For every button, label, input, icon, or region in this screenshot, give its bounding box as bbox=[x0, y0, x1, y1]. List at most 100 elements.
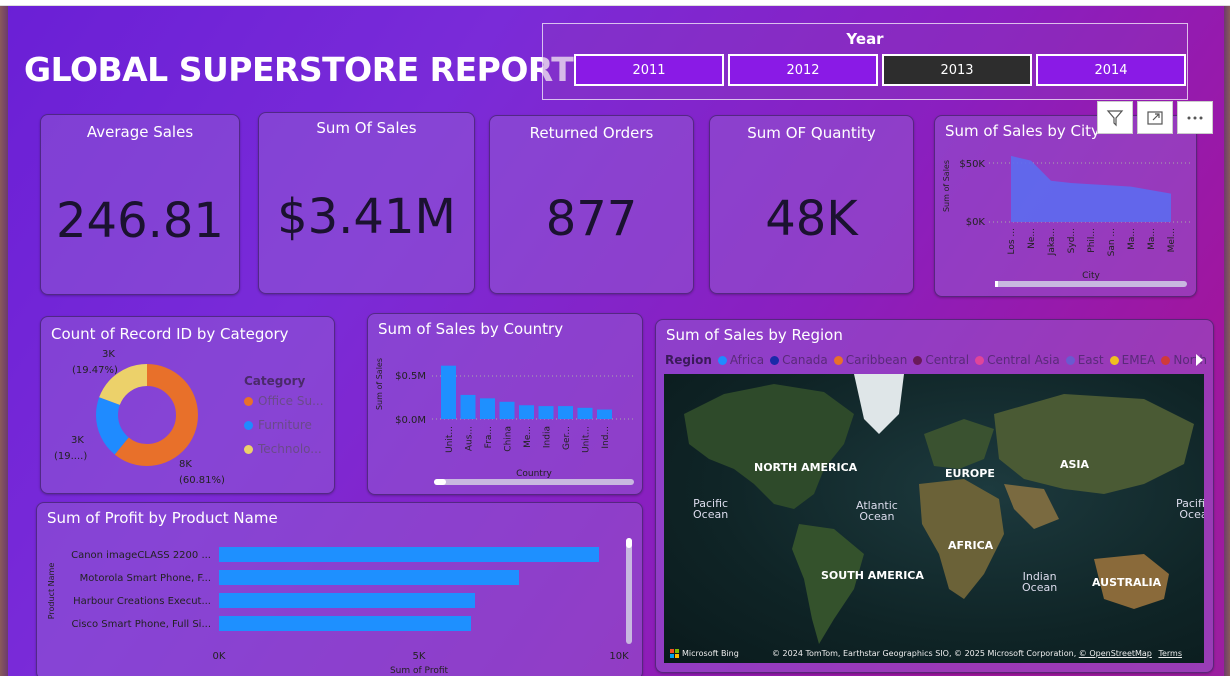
x-tick: Mel... bbox=[1167, 228, 1177, 252]
y-tick: Harbour Creations Execut... bbox=[73, 596, 211, 607]
profit-scrollbar-thumb[interactable] bbox=[626, 538, 632, 548]
legend-item-africa[interactable]: Africa bbox=[717, 353, 765, 367]
filter-icon[interactable] bbox=[1097, 101, 1133, 134]
y-tick: $0.5M bbox=[395, 371, 426, 382]
year-button-2011[interactable]: 2011 bbox=[574, 54, 724, 86]
profit-bar[interactable] bbox=[219, 570, 519, 585]
kpi-card-sum-of-sales: Sum Of Sales $3.41M bbox=[258, 112, 475, 294]
legend-label: EMEA bbox=[1121, 353, 1156, 367]
country-sales-chart: Sum of Sales $0.5M $0.0M Unit... Aus... Fr… bbox=[375, 358, 634, 485]
legend-item-emea[interactable]: EMEA bbox=[1109, 353, 1156, 367]
legend-title: Region bbox=[665, 353, 712, 367]
city-sales-chart: Sum of Sales $50K $0K Los ... Ne... Jaka..… bbox=[942, 155, 1193, 287]
country-bar[interactable] bbox=[460, 394, 476, 419]
legend-label: Technolo... bbox=[258, 442, 322, 456]
donut-label: (19.47%) bbox=[72, 365, 118, 376]
window-frame-right bbox=[1224, 6, 1230, 676]
product-profit-chart-card: Sum of Profit by Product Name Product Na… bbox=[36, 502, 643, 676]
year-button-2012[interactable]: 2012 bbox=[728, 54, 878, 86]
focus-mode-icon[interactable] bbox=[1137, 101, 1173, 134]
region-legend: Region Africa Canada Caribbean Central C… bbox=[665, 353, 1207, 367]
product-profit-chart: Product Name Canon imageCLASS 2200 ... Mo… bbox=[47, 538, 632, 676]
kpi-value: 48K bbox=[765, 191, 858, 247]
legend-label: Furniture bbox=[258, 418, 312, 432]
page-title: GLOBAL SUPERSTORE REPORT bbox=[24, 50, 574, 89]
legend-item-central[interactable]: Central bbox=[913, 353, 969, 367]
country-bar[interactable] bbox=[577, 407, 593, 419]
country-bar[interactable] bbox=[519, 405, 534, 419]
category-count-chart-card: Count of Record ID by Category 3K (19.47… bbox=[40, 316, 335, 494]
city-scrollbar-track[interactable] bbox=[995, 281, 1187, 287]
x-tick: Los ... bbox=[1007, 228, 1017, 255]
map-label-europe: EUROPE bbox=[945, 467, 995, 480]
legend-item-office[interactable]: Office Su... bbox=[244, 394, 324, 408]
x-tick: Me... bbox=[523, 426, 533, 448]
country-bar[interactable] bbox=[597, 409, 612, 419]
profit-bar[interactable] bbox=[219, 593, 475, 608]
x-tick: India bbox=[543, 426, 553, 448]
country-sales-chart-card: Sum of Sales by Country Sum of Sales $0.… bbox=[367, 313, 643, 495]
x-tick: San ... bbox=[1107, 228, 1117, 256]
visual-toolbar bbox=[1097, 101, 1213, 134]
legend-swatch bbox=[913, 355, 923, 365]
world-map[interactable]: NORTH AMERICA EUROPE ASIA AFRICA SOUTH A… bbox=[664, 374, 1204, 663]
country-bar[interactable] bbox=[538, 406, 554, 419]
x-tick: Phil... bbox=[1087, 228, 1097, 253]
legend-label: Africa bbox=[729, 353, 765, 367]
city-area-series[interactable] bbox=[1011, 155, 1171, 222]
legend-swatch bbox=[244, 444, 253, 454]
year-button-2014[interactable]: 2014 bbox=[1036, 54, 1186, 86]
city-scrollbar-thumb[interactable] bbox=[995, 281, 998, 287]
country-bar[interactable] bbox=[441, 365, 456, 419]
x-tick: Ma... bbox=[1127, 228, 1137, 250]
x-axis-label: City bbox=[1082, 271, 1100, 281]
map-label-africa: AFRICA bbox=[948, 539, 994, 552]
map-label-south-america: SOUTH AMERICA bbox=[821, 569, 924, 582]
year-slicer-label: Year bbox=[846, 30, 884, 48]
y-axis-label: Product Name bbox=[47, 563, 56, 620]
legend-item-east[interactable]: East bbox=[1065, 353, 1104, 367]
country-bar[interactable] bbox=[480, 398, 495, 419]
map-label-australia: AUSTRALIA bbox=[1092, 576, 1162, 589]
legend-label: Canada bbox=[782, 353, 828, 367]
year-button-2013[interactable]: 2013 bbox=[882, 54, 1032, 86]
map-label-asia: ASIA bbox=[1060, 458, 1090, 471]
legend-swatch bbox=[833, 355, 843, 365]
profit-bar[interactable] bbox=[219, 616, 471, 631]
legend-swatch bbox=[1161, 355, 1171, 365]
kpi-label: Average Sales bbox=[86, 123, 194, 141]
y-tick: $50K bbox=[959, 159, 985, 170]
country-scrollbar-thumb[interactable] bbox=[434, 479, 446, 485]
legend-item-central-asia[interactable]: Central Asia bbox=[975, 353, 1060, 367]
terms-link[interactable]: Terms bbox=[1158, 649, 1182, 658]
x-tick: Jaka... bbox=[1047, 228, 1057, 256]
legend-item-caribbean[interactable]: Caribbean bbox=[833, 353, 907, 367]
country-bar[interactable] bbox=[558, 406, 573, 419]
map-label-pacific-ocean-east: Pacific Ocea bbox=[1176, 497, 1204, 521]
legend-item-furniture[interactable]: Furniture bbox=[244, 418, 312, 432]
country-scrollbar-track[interactable] bbox=[434, 479, 634, 485]
x-tick: 0K bbox=[213, 651, 226, 662]
year-slicer: Year 2011 2012 2013 2014 bbox=[542, 23, 1188, 100]
osm-link[interactable]: © OpenStreetMap bbox=[1079, 649, 1152, 658]
legend-swatch bbox=[975, 355, 985, 365]
legend-next-arrow-icon[interactable] bbox=[1194, 352, 1204, 368]
x-tick: Ne... bbox=[1027, 228, 1037, 249]
legend-item-canada[interactable]: Canada bbox=[770, 353, 828, 367]
legend-swatch bbox=[717, 355, 727, 365]
country-bar[interactable] bbox=[499, 401, 515, 419]
profit-scrollbar-track[interactable] bbox=[626, 538, 632, 644]
y-axis-label: Sum of Sales bbox=[375, 358, 384, 410]
profit-bar[interactable] bbox=[219, 547, 599, 562]
legend-label: Central Asia bbox=[987, 353, 1060, 367]
legend-item-technology[interactable]: Technolo... bbox=[244, 442, 322, 456]
kpi-card-returned-orders: Returned Orders 877 bbox=[489, 115, 694, 294]
kpi-value: $3.41M bbox=[277, 189, 456, 245]
x-tick: Syd... bbox=[1067, 228, 1077, 253]
x-tick: Unit... bbox=[582, 426, 592, 453]
microsoft-logo-icon bbox=[670, 649, 679, 658]
kpi-label: Sum OF Quantity bbox=[747, 124, 876, 142]
app-top-bar bbox=[0, 0, 1230, 6]
y-axis-label: Sum of Sales bbox=[942, 160, 951, 212]
more-options-icon[interactable] bbox=[1177, 101, 1213, 134]
